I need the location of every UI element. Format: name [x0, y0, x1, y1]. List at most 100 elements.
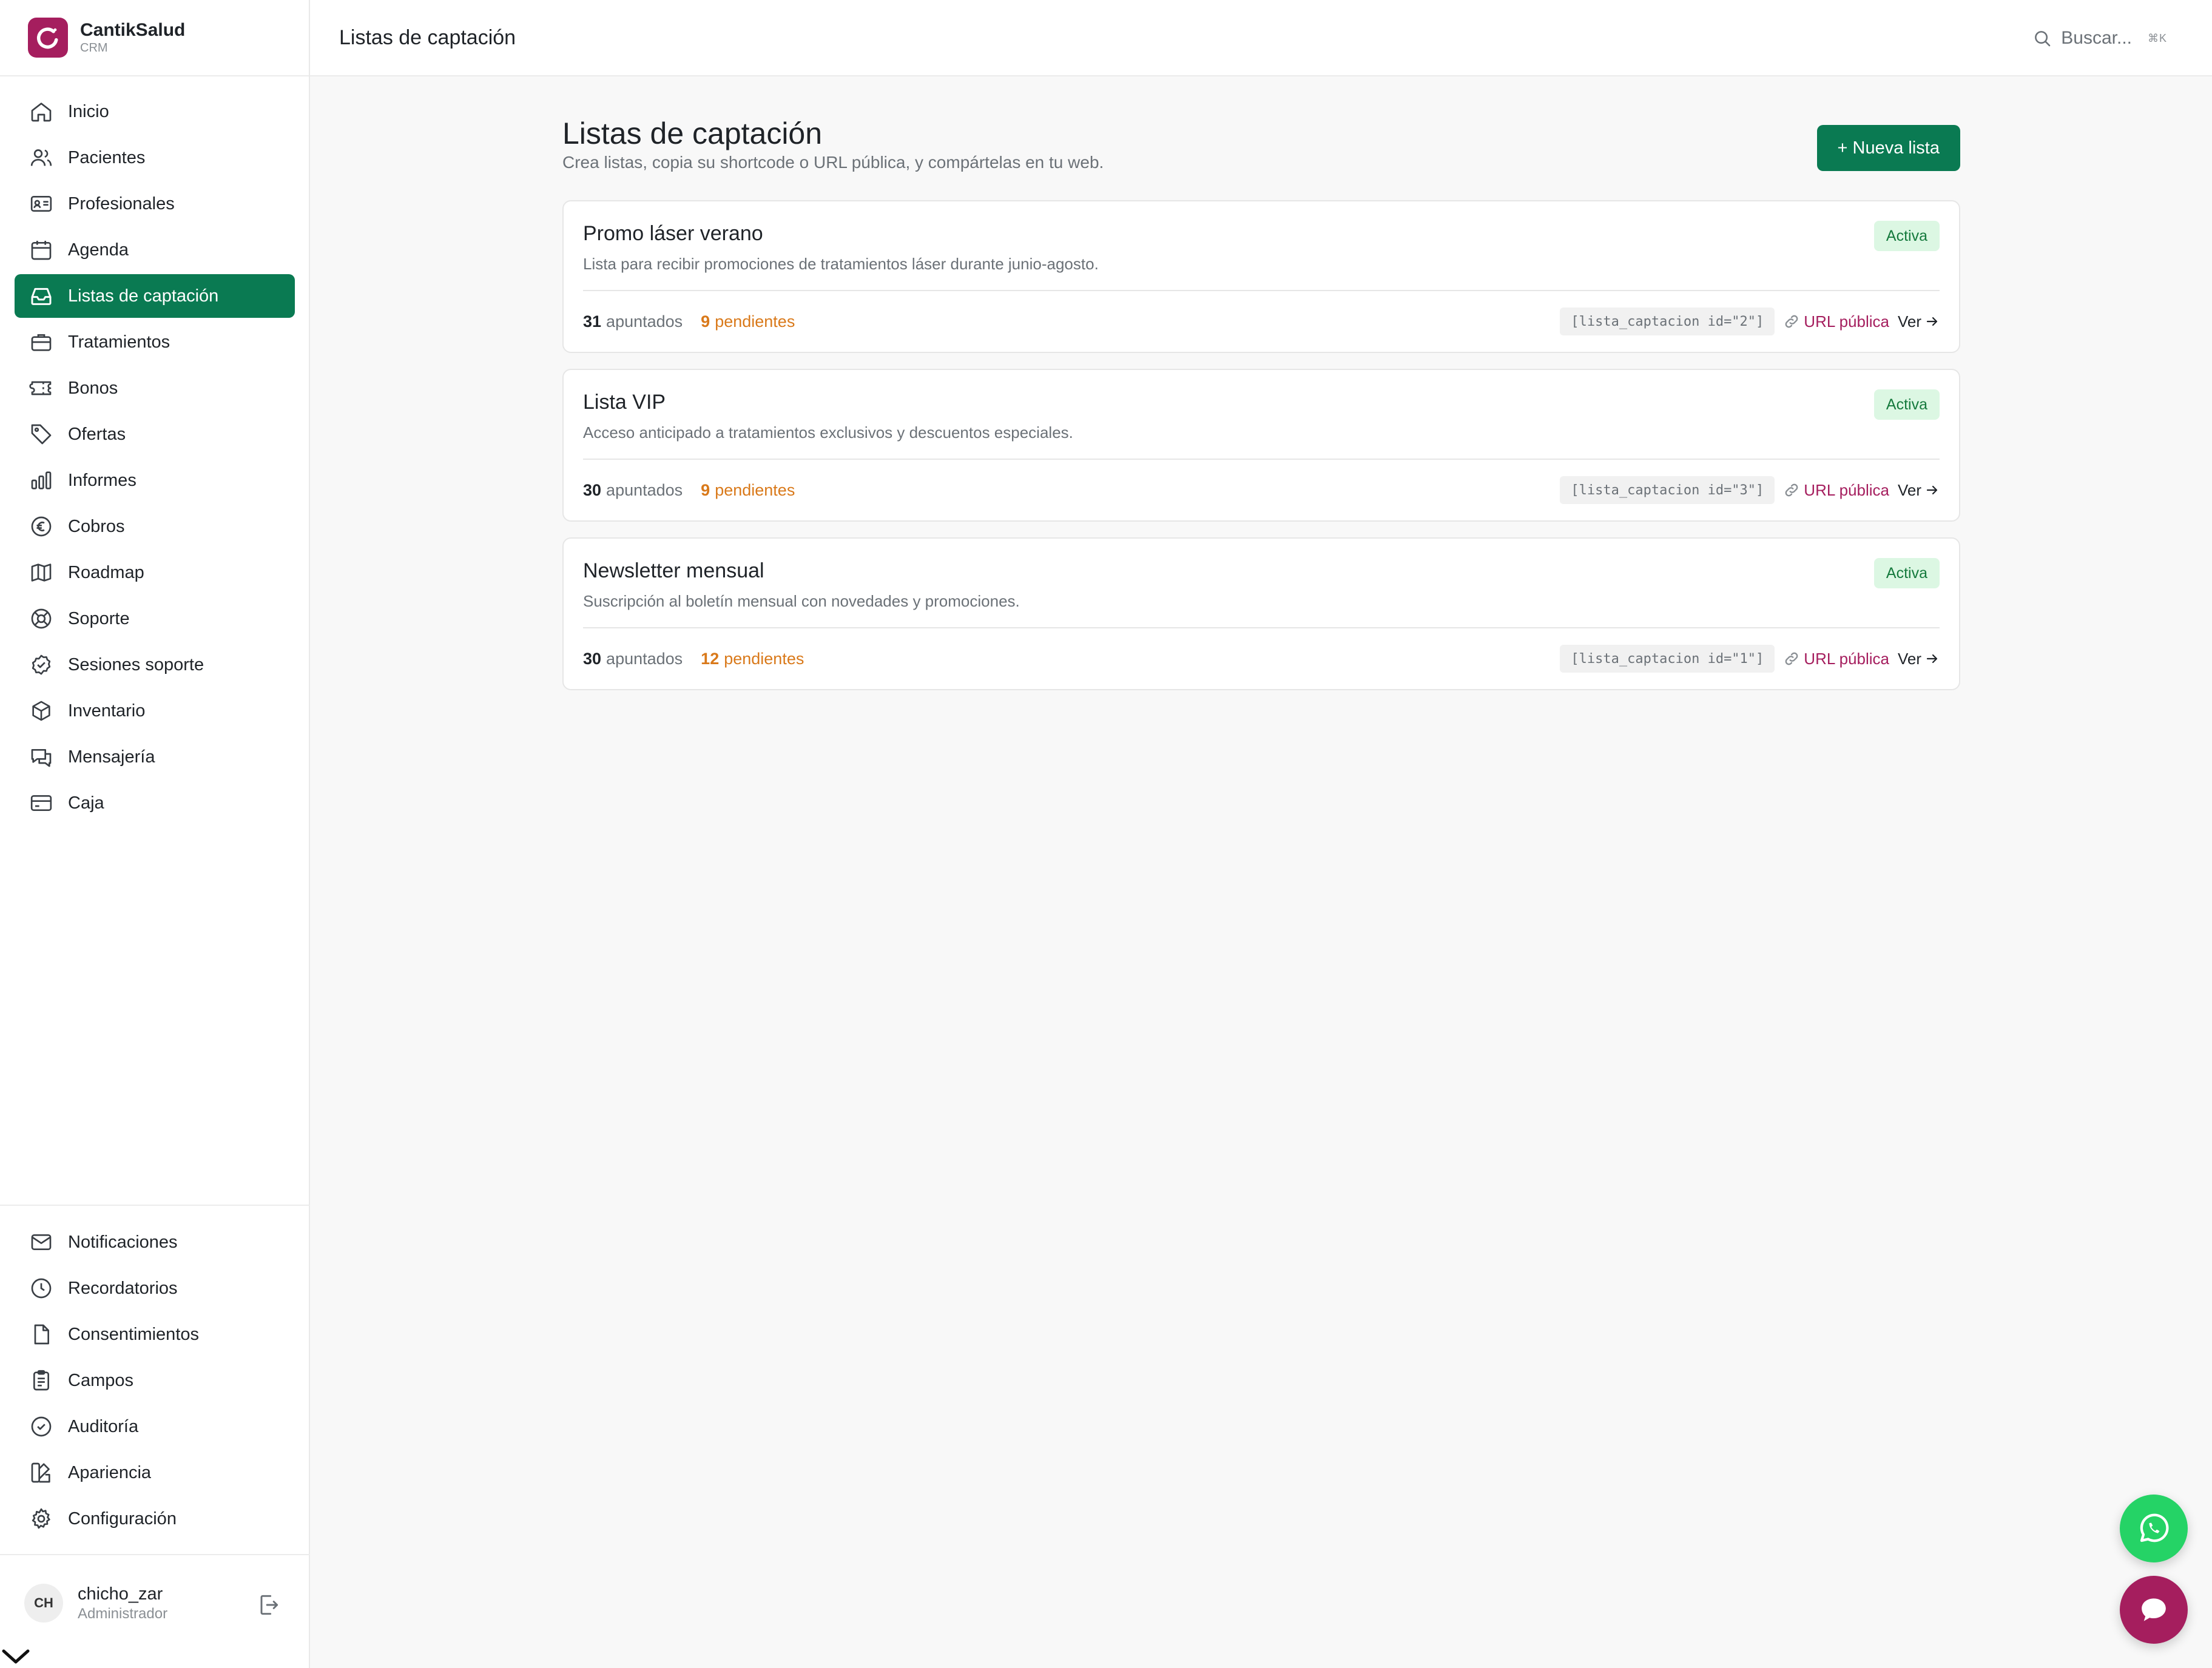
- logout-icon[interactable]: [255, 1592, 282, 1618]
- list-card[interactable]: Promo láser verano Lista para recibir pr…: [562, 200, 1960, 353]
- public-url-link[interactable]: URL pública: [1783, 650, 1889, 668]
- list-footer: 30 apuntados 12 pendientes [lista_captac…: [583, 644, 1940, 673]
- shortcode-chip[interactable]: [lista_captacion id="1"]: [1560, 645, 1775, 673]
- user-profile[interactable]: CH chicho_zar Administrador: [0, 1554, 310, 1651]
- sidebar-item-agenda[interactable]: Agenda: [15, 228, 295, 272]
- signups-label: apuntados: [606, 480, 683, 499]
- ticket-icon: [29, 376, 53, 400]
- sidebar-secondary-nav: Notificaciones Recordatorios Consentimie…: [15, 1220, 295, 1543]
- search-shortcut: ⌘K: [2147, 32, 2167, 44]
- sidebar-item-label: Apariencia: [68, 1462, 152, 1482]
- sidebar-item-caja[interactable]: Caja: [15, 781, 295, 825]
- sidebar-item-apariencia[interactable]: Apariencia: [15, 1451, 295, 1495]
- public-url-label: URL pública: [1804, 312, 1889, 331]
- sidebar-item-roadmap[interactable]: Roadmap: [15, 551, 295, 594]
- shortcode-chip[interactable]: [lista_captacion id="3"]: [1560, 476, 1775, 504]
- main-content: Listas de captación Crea listas, copia s…: [562, 115, 1960, 706]
- list-title: Newsletter mensual: [583, 559, 764, 582]
- sidebar-item-consentimientos[interactable]: Consentimientos: [15, 1313, 295, 1356]
- list-footer: 30 apuntados 9 pendientes [lista_captaci…: [583, 476, 1940, 505]
- sidebar-item-label: Cobros: [68, 516, 125, 536]
- sidebar-item-bonos[interactable]: Bonos: [15, 366, 295, 410]
- sidebar-item-label: Caja: [68, 793, 104, 813]
- public-url-label: URL pública: [1804, 649, 1889, 668]
- list-card[interactable]: Newsletter mensual Suscripción al boletí…: [562, 537, 1960, 690]
- link-icon: [1783, 313, 1800, 330]
- sidebar-item-campos[interactable]: Campos: [15, 1359, 295, 1402]
- view-link[interactable]: Ver: [1898, 650, 1940, 668]
- list-card[interactable]: Lista VIP Acceso anticipado a tratamient…: [562, 369, 1960, 522]
- sidebar-item-ofertas[interactable]: Ofertas: [15, 412, 295, 456]
- list-description: Suscripción al boletín mensual con noved…: [583, 592, 1020, 610]
- page-header-title: Listas de captación: [339, 25, 516, 49]
- euro-icon: [29, 514, 53, 539]
- search-input[interactable]: Buscar... ⌘K: [2032, 24, 2167, 52]
- chevron-down-icon[interactable]: [0, 1645, 32, 1668]
- home-icon: [29, 99, 53, 124]
- sidebar-item-inicio[interactable]: Inicio: [15, 90, 295, 133]
- public-url-link[interactable]: URL pública: [1783, 312, 1889, 331]
- signups-count: 31: [583, 312, 602, 331]
- whatsapp-icon: [2136, 1510, 2172, 1547]
- palette-icon: [29, 1461, 53, 1485]
- top-bar: Listas de captación Buscar... ⌘K: [310, 0, 2212, 76]
- list-description: Lista para recibir promociones de tratam…: [583, 255, 1099, 273]
- users-icon: [29, 146, 53, 170]
- sidebar-item-sesiones-soporte[interactable]: Sesiones soporte: [15, 643, 295, 687]
- file-icon: [29, 1322, 53, 1347]
- sidebar-item-label: Agenda: [68, 240, 129, 260]
- user-name: chicho_zar: [78, 1584, 163, 1604]
- pending-count: 9: [701, 312, 710, 331]
- sidebar-item-label: Notificaciones: [68, 1232, 178, 1252]
- view-link[interactable]: Ver: [1898, 312, 1940, 331]
- sidebar-item-cobros[interactable]: Cobros: [15, 505, 295, 548]
- sidebar-item-notificaciones[interactable]: Notificaciones: [15, 1220, 295, 1264]
- sidebar-item-label: Configuración: [68, 1508, 177, 1528]
- public-url-label: URL pública: [1804, 480, 1889, 499]
- lifebuoy-icon: [29, 607, 53, 631]
- page-header: Listas de captación Crea listas, copia s…: [562, 115, 1960, 200]
- sidebar-item-configuracion[interactable]: Configuración: [15, 1497, 295, 1541]
- brand-name: CantikSalud: [80, 20, 186, 40]
- sidebar-item-profesionales[interactable]: Profesionales: [15, 182, 295, 226]
- link-icon: [1783, 650, 1800, 667]
- view-label: Ver: [1897, 480, 1921, 499]
- card-divider: [583, 627, 1940, 628]
- sidebar-item-listas-de-captacion[interactable]: Listas de captación: [15, 274, 295, 318]
- sidebar-item-recordatorios[interactable]: Recordatorios: [15, 1266, 295, 1310]
- arrow-right-icon: [1925, 314, 1940, 329]
- view-label: Ver: [1897, 649, 1921, 668]
- card-divider: [583, 459, 1940, 460]
- inbox-icon: [29, 284, 53, 308]
- view-label: Ver: [1897, 312, 1921, 331]
- sidebar-item-label: Profesionales: [68, 193, 175, 214]
- sidebar-item-label: Inicio: [68, 101, 109, 121]
- new-list-button[interactable]: + Nueva lista: [1816, 125, 1960, 171]
- status-badge: Activa: [1873, 558, 1940, 588]
- pending-count: 9: [701, 480, 710, 499]
- sidebar-item-auditoria[interactable]: Auditoría: [15, 1405, 295, 1448]
- card-divider: [583, 290, 1940, 291]
- list-description: Acceso anticipado a tratamientos exclusi…: [583, 423, 1073, 442]
- brand[interactable]: CantikSalud CRM: [0, 0, 309, 76]
- sidebar-item-informes[interactable]: Informes: [15, 459, 295, 502]
- page-title: Listas de captación: [562, 116, 823, 150]
- sidebar-item-label: Auditoría: [68, 1416, 139, 1436]
- sidebar-item-pacientes[interactable]: Pacientes: [15, 136, 295, 180]
- status-badge: Activa: [1873, 389, 1940, 420]
- bar-chart-icon: [29, 468, 53, 493]
- user-role: Administrador: [78, 1606, 168, 1622]
- sidebar-item-soporte[interactable]: Soporte: [15, 597, 295, 641]
- sidebar-item-label: Mensajería: [68, 747, 155, 767]
- sidebar-item-label: Informes: [68, 470, 137, 490]
- sidebar-item-inventario[interactable]: Inventario: [15, 689, 295, 733]
- view-link[interactable]: Ver: [1898, 481, 1940, 500]
- signups-count: 30: [583, 480, 602, 499]
- whatsapp-button[interactable]: [2120, 1495, 2188, 1562]
- public-url-link[interactable]: URL pública: [1783, 481, 1889, 500]
- sidebar-item-label: Recordatorios: [68, 1278, 178, 1298]
- sidebar-item-mensajeria[interactable]: Mensajería: [15, 735, 295, 779]
- sidebar-item-tratamientos[interactable]: Tratamientos: [15, 320, 295, 364]
- shortcode-chip[interactable]: [lista_captacion id="2"]: [1560, 308, 1775, 335]
- chat-button[interactable]: [2120, 1576, 2188, 1644]
